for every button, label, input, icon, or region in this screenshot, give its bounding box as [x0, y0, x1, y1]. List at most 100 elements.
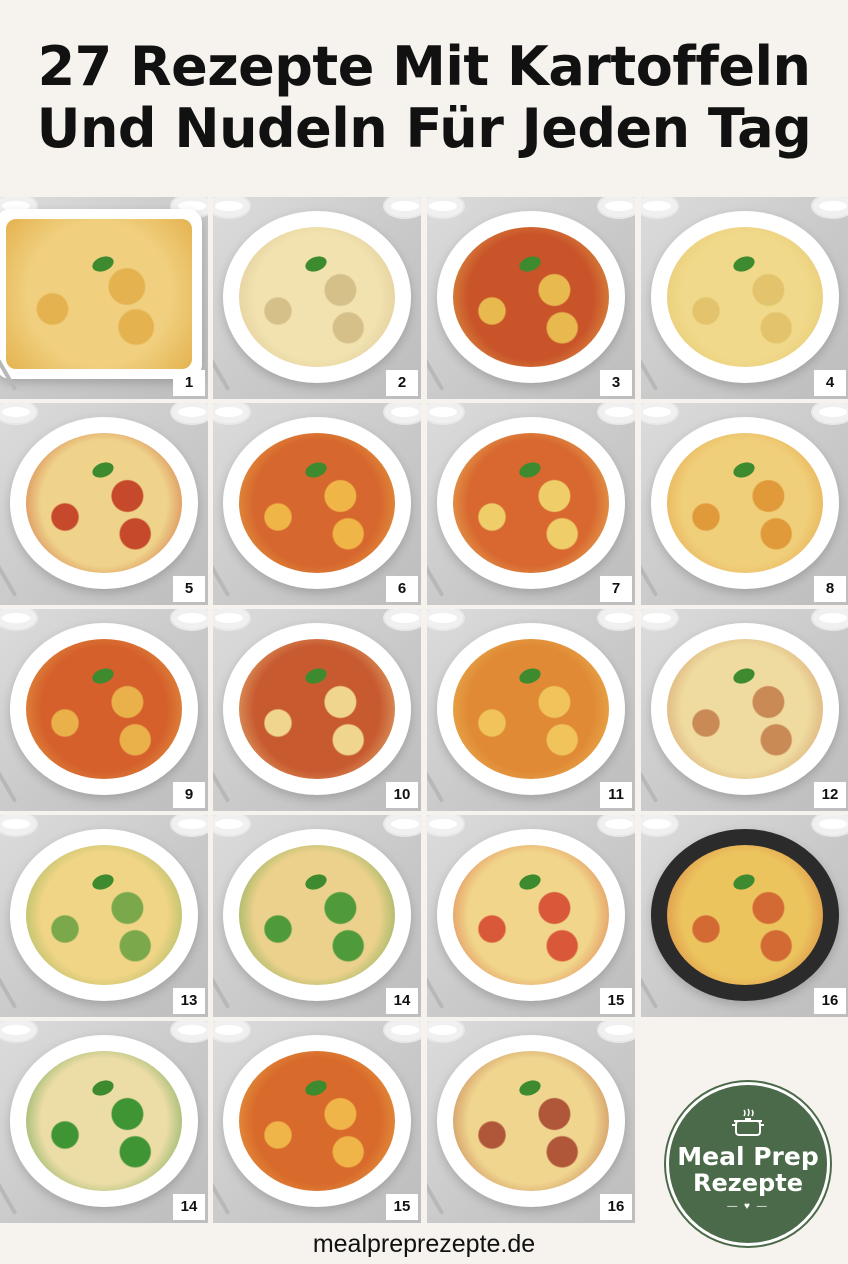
fork-icon — [641, 761, 659, 803]
fork-icon — [641, 349, 659, 391]
dish-photo — [6, 219, 192, 369]
ingredient-bowl — [170, 403, 208, 425]
recipe-number: 9 — [173, 782, 205, 808]
dish-photo — [667, 639, 823, 779]
ingredient-bowl — [213, 197, 251, 219]
fork-icon — [213, 1173, 231, 1215]
recipe-tile[interactable]: 4 — [641, 197, 848, 399]
dish-photo — [667, 845, 823, 985]
ingredient-bowl — [597, 1021, 635, 1043]
recipe-tile[interactable]: 16 — [427, 1021, 635, 1223]
recipe-tile[interactable]: 3 — [427, 197, 635, 399]
recipe-number: 4 — [814, 370, 846, 396]
fork-icon — [427, 349, 445, 391]
recipe-tile[interactable]: 9 — [0, 609, 208, 811]
ingredient-bowl — [383, 1021, 421, 1043]
ingredient-bowl — [811, 403, 848, 425]
recipe-number: 15 — [600, 988, 632, 1014]
ingredient-bowl — [383, 197, 421, 219]
ingredient-bowl — [213, 609, 251, 631]
ingredient-bowl — [170, 1021, 208, 1043]
fork-icon — [641, 967, 659, 1009]
website-url[interactable]: mealpreprezepte.de — [0, 1224, 848, 1264]
recipe-tile[interactable]: 5 — [0, 403, 208, 605]
dish-photo — [239, 227, 395, 367]
recipe-number: 2 — [386, 370, 418, 396]
dish-photo — [667, 227, 823, 367]
fork-icon — [0, 761, 18, 803]
ingredient-bowl — [383, 609, 421, 631]
recipe-tile[interactable]: 10 — [213, 609, 421, 811]
ingredient-bowl — [383, 815, 421, 837]
ingredient-bowl — [641, 815, 679, 837]
ingredient-bowl — [427, 197, 465, 219]
recipe-number: 12 — [814, 782, 846, 808]
ingredient-bowl — [427, 815, 465, 837]
recipe-tile[interactable]: 1 — [0, 197, 208, 399]
dish-photo — [26, 845, 182, 985]
fork-icon — [213, 761, 231, 803]
ingredient-bowl — [0, 815, 38, 837]
fork-icon — [427, 761, 445, 803]
ingredient-bowl — [597, 197, 635, 219]
dish-photo — [453, 1051, 609, 1191]
recipe-number: 5 — [173, 576, 205, 602]
ingredient-bowl — [597, 403, 635, 425]
ingredient-bowl — [641, 197, 679, 219]
recipe-tile[interactable]: 11 — [427, 609, 635, 811]
ingredient-bowl — [170, 609, 208, 631]
recipe-tile[interactable]: 15 — [427, 815, 635, 1017]
fork-icon — [0, 967, 18, 1009]
ingredient-bowl — [0, 609, 38, 631]
recipe-number: 16 — [814, 988, 846, 1014]
dish-photo — [453, 227, 609, 367]
cooking-pot-icon — [732, 1108, 764, 1136]
recipe-number: 11 — [600, 782, 632, 808]
recipe-tile[interactable]: 7 — [427, 403, 635, 605]
recipe-number: 10 — [386, 782, 418, 808]
fork-icon — [213, 967, 231, 1009]
recipe-tile[interactable]: 14 — [0, 1021, 208, 1223]
dish-photo — [667, 433, 823, 573]
recipe-number: 13 — [173, 988, 205, 1014]
page-title: 27 Rezepte Mit Kartoffeln Und Nudeln Für… — [36, 35, 812, 160]
recipe-grid: 1 2 3 4 5 6 7 8 9 10 11 12 13 14 15 16 14 15 16 — [0, 197, 848, 1223]
fork-icon — [427, 555, 445, 597]
recipe-tile[interactable]: 13 — [0, 815, 208, 1017]
recipe-number: 15 — [386, 1194, 418, 1220]
fork-icon — [0, 555, 18, 597]
heart-icon: — ♥ — — [727, 1200, 769, 1212]
ingredient-bowl — [811, 815, 848, 837]
recipe-tile[interactable]: 8 — [641, 403, 848, 605]
recipe-tile[interactable]: 16 — [641, 815, 848, 1017]
dish-photo — [453, 639, 609, 779]
dish-photo — [26, 1051, 182, 1191]
ingredient-bowl — [213, 403, 251, 425]
ingredient-bowl — [641, 609, 679, 631]
fork-icon — [427, 967, 445, 1009]
ingredient-bowl — [427, 403, 465, 425]
logo-line-1: Meal Prep — [677, 1141, 819, 1171]
fork-icon — [213, 349, 231, 391]
recipe-tile[interactable]: 12 — [641, 609, 848, 811]
dish-photo — [453, 433, 609, 573]
ingredient-bowl — [597, 815, 635, 837]
recipe-tile[interactable]: 15 — [213, 1021, 421, 1223]
ingredient-bowl — [0, 403, 38, 425]
dish-photo — [26, 639, 182, 779]
recipe-number: 3 — [600, 370, 632, 396]
ingredient-bowl — [427, 1021, 465, 1043]
dish-photo — [239, 845, 395, 985]
fork-icon — [641, 555, 659, 597]
ingredient-bowl — [641, 403, 679, 425]
fork-icon — [213, 555, 231, 597]
ingredient-bowl — [383, 403, 421, 425]
recipe-tile[interactable]: 6 — [213, 403, 421, 605]
ingredient-bowl — [597, 609, 635, 631]
dish-photo — [453, 845, 609, 985]
recipe-tile[interactable]: 2 — [213, 197, 421, 399]
ingredient-bowl — [427, 609, 465, 631]
ingredient-bowl — [811, 609, 848, 631]
recipe-tile[interactable]: 14 — [213, 815, 421, 1017]
recipe-number: 6 — [386, 576, 418, 602]
